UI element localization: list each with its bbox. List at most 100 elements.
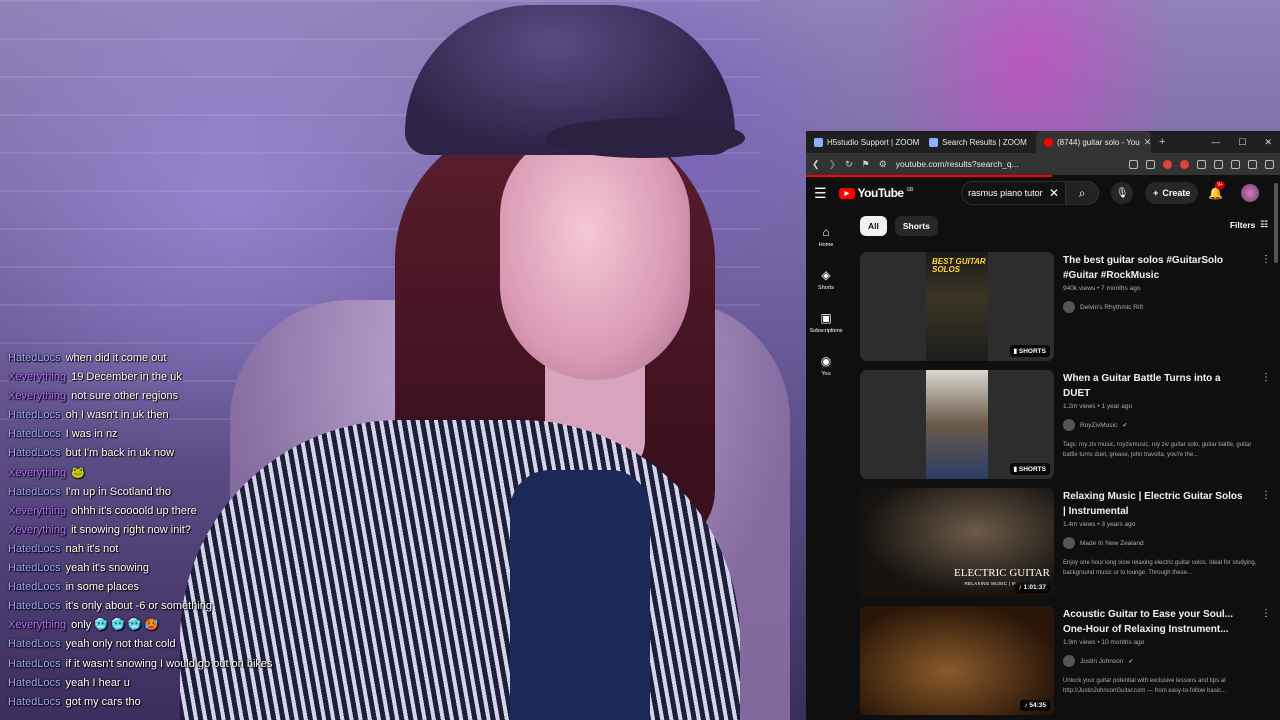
shorts-icon: ◈ xyxy=(821,268,831,282)
plus-icon: + xyxy=(1153,188,1159,198)
video-result[interactable]: ♪ 54:35 Acoustic Guitar to Ease your Sou… xyxy=(860,606,1271,720)
chat-text: ohhh it's coooold up there xyxy=(71,504,197,517)
share-icon[interactable] xyxy=(1146,159,1155,169)
menu-icon[interactable] xyxy=(1265,159,1274,169)
voice-search-button[interactable]: 🎙 xyxy=(1111,182,1134,204)
thumbnail-text: ELECTRIC GUITAR xyxy=(954,567,1050,579)
brave-shield-icon[interactable] xyxy=(1163,159,1172,169)
video-title[interactable]: Acoustic Guitar to Ease your Soul... One… xyxy=(1063,607,1243,637)
video-description: Tags: roy ziv music, royzivmusic, roy zi… xyxy=(1063,442,1252,458)
chip-shorts[interactable]: Shorts xyxy=(894,216,938,236)
minimize-button[interactable]: — xyxy=(1211,137,1220,148)
tab-youtube[interactable]: (8744) guitar solo - You ✕ xyxy=(1036,131,1151,153)
video-thumbnail[interactable]: ▮ SHORTS xyxy=(860,370,1054,479)
results-scrollbar[interactable] xyxy=(1274,183,1278,263)
maximize-button[interactable]: ☐ xyxy=(1238,137,1246,148)
site-settings-icon[interactable]: ⚙ xyxy=(879,159,887,170)
reload-icon[interactable]: ↻ xyxy=(845,159,853,170)
screenshot-icon[interactable] xyxy=(1129,159,1138,169)
shorts-badge: ▮ SHORTS xyxy=(1009,463,1050,475)
forward-icon[interactable]: ❯ xyxy=(829,159,837,170)
video-result[interactable]: ▮ SHORTS When a Guitar Battle Turns into… xyxy=(860,370,1271,488)
sidebar-item-home[interactable]: ⌂ Home xyxy=(806,215,846,258)
video-title[interactable]: Relaxing Music | Electric Guitar Solos |… xyxy=(1063,489,1243,519)
url-field[interactable]: youtube.com/results?search_q... xyxy=(896,159,1046,169)
chat-message: Xeverything not sure other regions xyxy=(8,387,428,406)
chat-username: HatedLocs xyxy=(8,352,61,364)
more-options-icon[interactable]: ⋮ xyxy=(1261,254,1271,265)
chat-username: HatedLocs xyxy=(8,600,61,613)
channel-name[interactable]: Justin Johnson xyxy=(1080,658,1123,665)
channel-row[interactable]: Made In New Zealand xyxy=(1063,537,1257,549)
sidebar-item-subscriptions[interactable]: ▣ Subscriptions xyxy=(806,301,846,344)
chat-text: oh I wasn't in uk then xyxy=(65,409,169,422)
channel-avatar[interactable] xyxy=(1063,301,1075,313)
video-info: Relaxing Music | Electric Guitar Solos |… xyxy=(1063,488,1271,606)
chip-all[interactable]: All xyxy=(860,216,887,236)
chat-text: yeah it's snowing xyxy=(65,562,150,575)
chat-text: yeah I hear u xyxy=(65,676,130,689)
window-controls: — ☐ ✕ xyxy=(1211,137,1280,148)
sidebar-item-shorts[interactable]: ◈ Shorts xyxy=(806,258,846,301)
close-window-button[interactable]: ✕ xyxy=(1264,137,1272,148)
chat-text: it's only about -6 or something xyxy=(65,600,212,613)
chat-message: HatedLocs but I'm back in uk now xyxy=(8,444,428,463)
channel-name[interactable]: Delvin's Rhythmic Rift xyxy=(1080,304,1143,311)
channel-row[interactable]: Justin Johnson ✔ xyxy=(1063,655,1257,667)
search-button[interactable]: ⌕ xyxy=(1065,181,1100,205)
hamburger-menu-icon[interactable]: ☰ xyxy=(814,185,827,202)
channel-row[interactable]: RoyZivMusic ✔ xyxy=(1063,419,1257,431)
create-button[interactable]: + Create xyxy=(1145,182,1199,204)
chat-text: when did it come out xyxy=(65,352,167,364)
clear-search-icon[interactable]: ✕ xyxy=(1049,186,1059,200)
video-title[interactable]: The best guitar solos #GuitarSolo #Guita… xyxy=(1063,253,1243,283)
video-result[interactable]: BEST GUITAR SOLOS ▮ SHORTS The best guit… xyxy=(860,252,1271,370)
wallet-icon[interactable] xyxy=(1231,159,1240,169)
chat-text: got my cars tho xyxy=(65,695,141,708)
tab-search-results[interactable]: Search Results | ZOOM xyxy=(921,131,1036,153)
sidebar-item-label: Home xyxy=(818,242,834,248)
extensions-icon[interactable] xyxy=(1197,159,1206,169)
channel-name[interactable]: Made In New Zealand xyxy=(1080,540,1144,547)
chat-text: I was in nz xyxy=(65,428,118,441)
chat-message: Xeverything it snowing right now init? xyxy=(8,521,428,540)
video-thumbnail[interactable]: BEST GUITAR SOLOS ▮ SHORTS xyxy=(860,252,1054,361)
close-tab-icon[interactable]: ✕ xyxy=(1144,137,1151,148)
video-title[interactable]: When a Guitar Battle Turns into a DUET xyxy=(1063,371,1243,401)
vpn-icon[interactable] xyxy=(1248,159,1257,169)
zoom-favicon-icon xyxy=(929,137,938,147)
channel-avatar[interactable] xyxy=(1063,655,1075,667)
sidebar-icon[interactable] xyxy=(1214,159,1223,169)
video-description: Enjoy one hour long slow relaxing electr… xyxy=(1063,560,1257,576)
channel-name[interactable]: RoyZivMusic xyxy=(1080,422,1117,429)
chat-message: HatedLocs yeah only not that cold xyxy=(8,635,428,654)
notifications-button[interactable]: 🔔 9+ xyxy=(1208,181,1226,200)
tab-h5studio[interactable]: H5studio Support | ZOOM xyxy=(806,131,921,153)
youtube-logo[interactable]: ▶ YouTube GB xyxy=(838,186,914,200)
video-result[interactable]: ELECTRIC GUITAR RELAXING MUSIC | INSTRUM… xyxy=(860,488,1271,606)
chat-username: HatedLocs xyxy=(8,485,61,498)
channel-row[interactable]: Delvin's Rhythmic Rift xyxy=(1063,301,1257,313)
channel-avatar[interactable] xyxy=(1063,537,1075,549)
video-info: When a Guitar Battle Turns into a DUET 1… xyxy=(1063,370,1271,488)
filters-button[interactable]: Filters ☷ xyxy=(1230,219,1268,230)
search-input[interactable]: rasmus piano tutor ✕ xyxy=(961,181,1066,205)
bookmark-icon[interactable]: ⚑ xyxy=(862,159,870,170)
more-options-icon[interactable]: ⋮ xyxy=(1261,608,1271,619)
thumbnail-image xyxy=(860,606,1054,715)
account-avatar[interactable] xyxy=(1241,184,1260,202)
video-thumbnail[interactable]: ♪ 54:35 xyxy=(860,606,1054,715)
more-options-icon[interactable]: ⋮ xyxy=(1261,490,1271,501)
video-thumbnail[interactable]: ELECTRIC GUITAR RELAXING MUSIC | INSTRUM… xyxy=(860,488,1054,597)
youtube-play-icon: ▶ xyxy=(838,187,855,199)
duration-badge: ♪ 1:01:37 xyxy=(1014,582,1050,593)
tab-label: H5studio Support | ZOOM xyxy=(827,137,920,147)
new-tab-button[interactable]: + xyxy=(1151,136,1173,148)
badge-label: SHORTS xyxy=(1018,348,1046,355)
sidebar-item-label: Shorts xyxy=(818,285,834,291)
back-icon[interactable]: ❮ xyxy=(812,159,820,170)
sidebar-item-you[interactable]: ◉ You xyxy=(806,344,846,387)
channel-avatar[interactable] xyxy=(1063,419,1075,431)
more-options-icon[interactable]: ⋮ xyxy=(1261,372,1271,383)
rewards-icon[interactable] xyxy=(1180,159,1189,169)
